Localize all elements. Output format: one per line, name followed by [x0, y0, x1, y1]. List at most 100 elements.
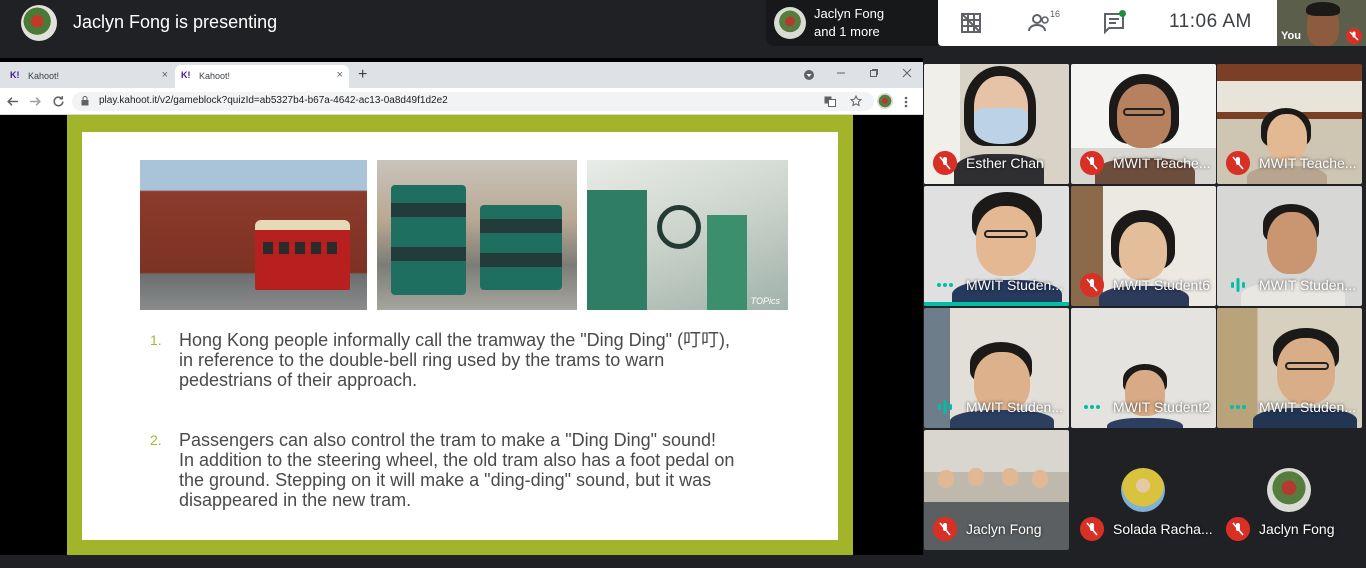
mic-off-icon [1080, 151, 1104, 175]
minimize-icon[interactable] [836, 68, 846, 78]
mic-off-icon [1226, 151, 1250, 175]
avatar [1121, 468, 1165, 512]
participant-name: MWIT Teache... [1113, 155, 1211, 171]
media-control-icon[interactable] [803, 69, 815, 81]
photo-watermark: TOPics [750, 296, 780, 306]
tab-kahoot-1[interactable]: K! Kahoot! × [4, 65, 174, 88]
photo-red-tram [140, 160, 367, 310]
more-vert-icon[interactable] [904, 96, 908, 108]
clock: 11:06 AM [1169, 11, 1252, 32]
participant-name: MWIT Student6 [1113, 277, 1211, 293]
cabin-wall [587, 190, 647, 310]
photo-green-trams [377, 160, 577, 310]
participant-name: Jaclyn Fong [966, 521, 1042, 537]
tab-title: Kahoot! [199, 71, 231, 81]
url-field[interactable]: play.kahoot.it/v2/gameblock?quizId=ab532… [72, 92, 874, 111]
shared-screen: K! Kahoot! × K! Kahoot! × + play.kahoot.… [0, 58, 923, 555]
forward-arrow-icon[interactable] [29, 95, 42, 108]
participant-grid: Esther Chan MWIT Teache... MWIT Teache..… [923, 58, 1366, 568]
mic-off-icon [1080, 273, 1104, 297]
presenter-avatar [21, 5, 57, 41]
participant-name: MWIT Student2 [1113, 399, 1211, 415]
speaking-indicator-icon [1231, 278, 1245, 292]
speaking-indicator-icon [1230, 405, 1246, 409]
meet-window: Jaclyn Fong is presenting Jaclyn Fong an… [0, 0, 1366, 568]
point-number: 2. [150, 432, 162, 448]
slide-body: TOPics 1. Hong Kong people informally ca… [82, 132, 838, 540]
participant-name: MWIT Studen... [966, 399, 1063, 415]
restore-icon[interactable] [869, 68, 879, 78]
reload-icon[interactable] [52, 95, 65, 108]
mic-off-icon [1080, 517, 1104, 541]
pinned-more: and 1 more [814, 24, 880, 39]
browser-profile-avatar[interactable] [877, 93, 893, 109]
mic-off-icon [1346, 28, 1362, 44]
address-bar: play.kahoot.it/v2/gameblock?quizId=ab532… [0, 88, 923, 115]
participant-tile[interactable]: MWIT Studen... [1217, 308, 1362, 428]
presenting-label: Jaclyn Fong is presenting [73, 12, 278, 32]
url-text: play.kahoot.it/v2/gameblock?quizId=ab532… [99, 95, 448, 106]
page-content: TOPics 1. Hong Kong people informally ca… [0, 115, 923, 555]
avatar [1267, 468, 1311, 512]
close-icon[interactable]: × [337, 69, 343, 81]
participant-tile[interactable]: MWIT Teache... [1217, 64, 1362, 184]
lock-icon [81, 96, 89, 106]
participant-count: 16 [1050, 9, 1061, 19]
participant-name: MWIT Studen... [966, 277, 1063, 293]
self-label: You [1281, 30, 1301, 42]
slide: TOPics 1. Hong Kong people informally ca… [67, 115, 853, 555]
back-arrow-icon[interactable] [6, 95, 19, 108]
pinned-presenter-chip[interactable]: Jaclyn Fong and 1 more [766, 0, 938, 46]
new-tab-button[interactable]: + [358, 66, 367, 84]
self-hair [1306, 2, 1340, 16]
speaking-indicator-icon [938, 400, 952, 414]
speaking-indicator-icon [937, 283, 953, 287]
tab-strip: K! Kahoot! × K! Kahoot! × + [0, 62, 923, 88]
participant-name: MWIT Studen... [1259, 277, 1356, 293]
participant-tile[interactable]: MWIT Studen... [1217, 186, 1362, 306]
pinned-name: Jaclyn Fong [814, 6, 885, 21]
point-number: 1. [150, 332, 162, 348]
kahoot-favicon-icon: K! [10, 70, 20, 80]
mic-off-icon [933, 517, 957, 541]
participant-name: MWIT Teache... [1259, 155, 1357, 171]
layout-grid-icon[interactable] [959, 11, 983, 35]
participant-tile[interactable]: MWIT Student6 [1071, 186, 1216, 306]
speaking-indicator-icon [1084, 405, 1100, 409]
self-view-tile[interactable]: You [1277, 0, 1366, 46]
red-tram-shape [255, 220, 350, 290]
people-icon[interactable] [1028, 11, 1052, 35]
participant-tile[interactable]: MWIT Teache... [1071, 64, 1216, 184]
participant-tile[interactable]: Jaclyn Fong [1217, 430, 1362, 550]
meeting-controls: 16 11:06 AM [938, 0, 1277, 46]
chat-unread-dot [1119, 10, 1126, 17]
top-bar: Jaclyn Fong is presenting Jaclyn Fong an… [0, 0, 1366, 58]
participant-name: MWIT Studen... [1259, 399, 1356, 415]
participant-tile[interactable]: Esther Chan [924, 64, 1069, 184]
green-tram-left [391, 185, 466, 295]
participant-tile[interactable]: MWIT Studen... [924, 308, 1069, 428]
pinned-avatar [774, 7, 806, 39]
cabin-panel [707, 215, 747, 310]
participant-tile[interactable]: Jaclyn Fong [924, 430, 1069, 550]
participant-name: Jaclyn Fong [1259, 521, 1335, 537]
tab-kahoot-2[interactable]: K! Kahoot! × [175, 65, 349, 88]
mic-off-icon [933, 151, 957, 175]
green-tram-right [480, 205, 562, 290]
participant-name: Solada Racha... [1113, 521, 1213, 537]
window-close-icon[interactable] [902, 68, 912, 78]
active-speaker-bar [924, 302, 1069, 306]
participant-name: Esther Chan [966, 155, 1044, 171]
participant-tile[interactable]: MWIT Studen... [924, 186, 1069, 306]
point-text: Hong Kong people informally call the tra… [179, 330, 731, 390]
participant-tile[interactable]: Solada Racha... [1071, 430, 1216, 550]
translate-icon[interactable] [824, 96, 836, 107]
participant-tile[interactable]: MWIT Student2 [1071, 308, 1216, 428]
mic-off-icon [1226, 517, 1250, 541]
photo-tram-cabin: TOPics [587, 160, 788, 310]
star-icon[interactable] [850, 95, 862, 107]
close-icon[interactable]: × [162, 69, 168, 81]
tab-title: Kahoot! [28, 71, 60, 81]
kahoot-favicon-icon: K! [181, 70, 191, 80]
steering-wheel-shape [657, 205, 701, 249]
